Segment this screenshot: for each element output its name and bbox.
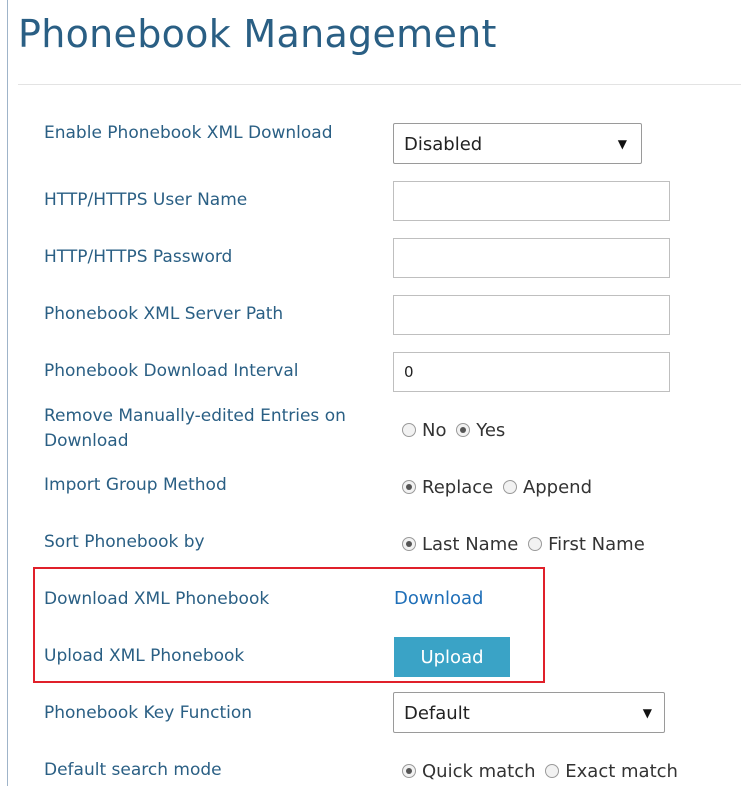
sort-first-name-radio[interactable]	[528, 537, 543, 551]
import-group-append-radio[interactable]	[502, 480, 517, 494]
upload-button[interactable]: Upload	[394, 637, 510, 677]
upload-xml-label: Upload XML Phonebook	[44, 646, 245, 666]
remove-manual-radio-group: No Yes	[402, 420, 509, 441]
server-path-label: Phonebook XML Server Path	[44, 304, 284, 324]
server-path-input[interactable]	[393, 295, 670, 335]
key-function-value: Default	[404, 703, 470, 724]
quick-match-radio[interactable]	[402, 764, 416, 778]
remove-manual-no-radio[interactable]	[402, 423, 416, 437]
quick-match-label: Quick match	[422, 761, 536, 782]
download-link[interactable]: Download	[394, 588, 483, 609]
download-xml-label: Download XML Phonebook	[44, 589, 270, 609]
import-group-append-label: Append	[522, 477, 593, 498]
import-group-replace-label: Replace	[422, 477, 494, 498]
title-divider	[18, 84, 741, 85]
remove-manual-yes-label: Yes	[476, 420, 506, 441]
download-interval-input[interactable]	[393, 352, 670, 392]
sort-last-name-label: Last Name	[422, 534, 519, 555]
enable-xml-download-label: Enable Phonebook XML Download	[44, 123, 333, 143]
sort-by-label: Sort Phonebook by	[44, 532, 205, 552]
http-user-label: HTTP/HTTPS User Name	[44, 190, 248, 210]
sort-first-name-label: First Name	[548, 534, 645, 555]
search-mode-label: Default search mode	[44, 760, 222, 780]
download-interval-label: Phonebook Download Interval	[44, 361, 299, 381]
sort-last-name-radio[interactable]	[402, 537, 416, 551]
http-password-label: HTTP/HTTPS Password	[44, 247, 233, 267]
import-group-replace-radio[interactable]	[402, 480, 416, 494]
http-password-input[interactable]	[393, 238, 670, 278]
exact-match-radio[interactable]	[545, 764, 560, 778]
enable-xml-download-value: Disabled	[404, 134, 483, 155]
http-user-input[interactable]	[393, 181, 670, 221]
caret-down-icon: ▼	[617, 137, 627, 151]
page-title: Phonebook Management	[18, 12, 497, 56]
import-group-radio-group: Replace Append	[402, 477, 596, 498]
remove-manual-yes-radio[interactable]	[456, 423, 471, 437]
exact-match-label: Exact match	[565, 761, 678, 782]
key-function-label: Phonebook Key Function	[44, 703, 253, 723]
import-group-label: Import Group Method	[44, 475, 227, 495]
caret-down-icon: ▼	[642, 706, 652, 720]
sort-by-radio-group: Last Name First Name	[402, 534, 649, 555]
search-mode-radio-group: Quick match Exact match	[402, 761, 682, 782]
remove-manual-no-label: No	[422, 420, 447, 441]
remove-manual-label: Remove Manually-edited Entries on Downlo…	[44, 406, 346, 451]
enable-xml-download-select[interactable]: Disabled ▼	[393, 123, 642, 164]
page-left-border	[7, 0, 8, 786]
key-function-select[interactable]: Default ▼	[393, 692, 665, 733]
